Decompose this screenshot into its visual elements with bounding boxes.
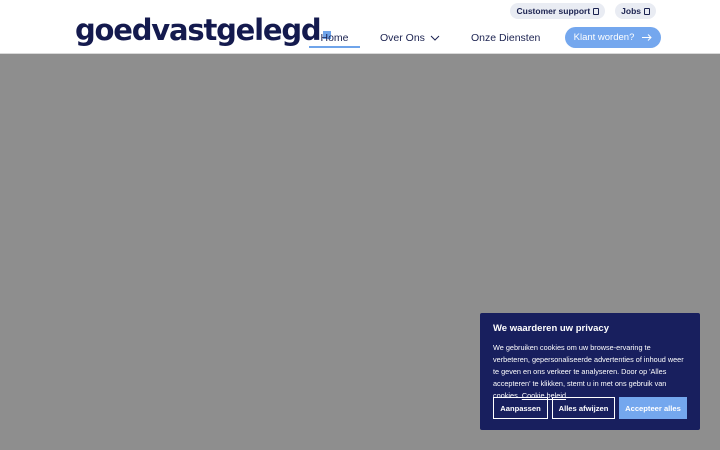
cookie-consent-banner: We waarderen uw privacy We gebruiken coo… xyxy=(480,313,700,430)
main-nav: Home Over Ons Onze Diensten xyxy=(309,29,540,48)
nav-item-over-ons[interactable]: Over Ons xyxy=(380,29,440,47)
site-logo[interactable]: goedvastgelegd xyxy=(75,13,332,47)
active-indicator xyxy=(309,46,360,48)
cookie-title: We waarderen uw privacy xyxy=(493,323,609,334)
chevron-down-icon xyxy=(430,35,440,41)
customer-support-link[interactable]: Customer support xyxy=(510,3,606,19)
arrow-right-icon xyxy=(642,34,653,41)
jobs-label: Jobs xyxy=(621,6,641,16)
customer-support-label: Customer support xyxy=(516,6,591,16)
nav-home-label: Home xyxy=(320,32,349,44)
site-header: Customer support Jobs goedvastgelegd Hom… xyxy=(0,0,720,54)
nav-item-home[interactable]: Home xyxy=(309,29,360,48)
jobs-link[interactable]: Jobs xyxy=(615,3,656,19)
nav-item-onze-diensten[interactable]: Onze Diensten xyxy=(471,29,540,47)
logo-text: goedvastgelegd xyxy=(75,13,322,47)
reject-all-button[interactable]: Alles afwijzen xyxy=(552,397,615,419)
external-link-icon xyxy=(593,7,600,15)
customize-button[interactable]: Aanpassen xyxy=(493,397,548,419)
nav-over-ons-label: Over Ons xyxy=(380,32,425,44)
accept-all-button[interactable]: Accepteer alles xyxy=(619,397,687,419)
external-link-icon xyxy=(644,7,650,15)
cta-label: Klant worden? xyxy=(573,32,635,43)
cookie-buttons: Aanpassen Alles afwijzen Accepteer alles xyxy=(493,397,687,419)
cookie-description: We gebruiken cookies om uw browse-ervari… xyxy=(493,342,687,402)
nav-diensten-label: Onze Diensten xyxy=(470,32,541,44)
utility-bar: Customer support Jobs xyxy=(510,3,656,19)
klant-worden-button[interactable]: Klant worden? xyxy=(565,27,661,48)
